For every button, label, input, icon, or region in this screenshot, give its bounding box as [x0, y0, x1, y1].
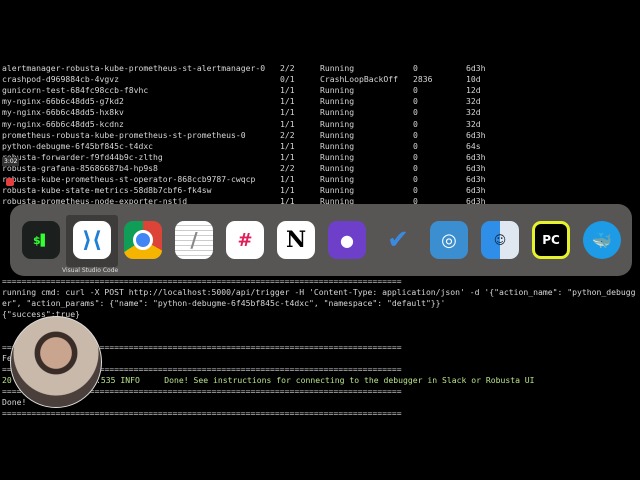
pod-name: robusta-forwarder-f9fd44b9c-zlthg [2, 151, 163, 162]
pod-age: 6d3h [466, 151, 486, 162]
pod-restarts: 0 [413, 63, 418, 73]
pod-ready: 1/1 [280, 85, 295, 96]
dock-app-google-chrome[interactable] [124, 221, 162, 259]
pod-name: python-debugme-6f45bf845c-t4dxc [2, 140, 154, 151]
log-line: .535 INFO Done! See instructions for con… [96, 375, 535, 385]
notion-icon: N [285, 227, 307, 253]
pod-age: 64s [466, 140, 481, 151]
separator: ========================================… [2, 408, 402, 418]
pod-age: 32d [466, 118, 481, 129]
dock-app-finder[interactable]: ☺ [481, 221, 519, 259]
command-line-1: running cmd: curl -X POST http://localho… [2, 287, 636, 297]
recording-timer: 3:02 [2, 157, 20, 166]
pod-status: Running [320, 129, 355, 140]
pod-age: 6d3h [466, 162, 486, 173]
pod-ready: 1/1 [280, 185, 295, 196]
pod-name: robusta-kube-prometheus-st-operator-868c… [2, 174, 256, 184]
pod-name: my-nginx-66b6c48dd5-g7kd2 [2, 96, 124, 107]
pod-status: Running [320, 151, 355, 162]
dock-app-slack[interactable]: # [226, 221, 264, 259]
pod-ready: 1/1 [280, 174, 295, 184]
pod-status: Running [320, 174, 355, 184]
stop-recording-button[interactable] [6, 178, 14, 186]
pod-ready: 2/2 [280, 63, 295, 73]
pod-name: gunicorn-test-684fc98ccb-f8vhc [2, 85, 149, 96]
pod-ready: 2/2 [280, 129, 295, 140]
webcam-overlay [10, 316, 102, 408]
pod-age: 32d [466, 96, 481, 107]
pod-age: 6d3h [466, 185, 486, 196]
dock-app-docker[interactable]: 🐳 [583, 221, 621, 259]
pycharm-icon: PC [542, 233, 560, 247]
pod-ready: 1/1 [280, 140, 295, 151]
dock-app-textedit[interactable]: / [175, 221, 213, 259]
log-prefix: 20 [2, 375, 12, 385]
pod-age: 6d3h [466, 174, 486, 184]
pod-ready: 1/1 [280, 151, 295, 162]
slack-icon: # [237, 229, 253, 251]
pod-ready: 1/1 [280, 118, 295, 129]
pod-name: my-nginx-66b6c48dd5-kcdnz [2, 118, 124, 129]
dock-app-notion[interactable]: N [277, 221, 315, 259]
todo-icon: ✔ [387, 225, 409, 255]
pod-ready: 1/1 [280, 107, 295, 118]
docker-icon: 🐳 [592, 230, 612, 250]
pod-name: my-nginx-66b6c48dd5-hx8kv [2, 107, 124, 118]
pod-status: Running [320, 118, 355, 129]
pod-status: Running [320, 162, 355, 173]
pod-status: Running [320, 185, 355, 196]
pod-name: crashpod-d969884cb-4vgvz [2, 74, 119, 85]
dock-app-screenshot-utility[interactable]: ◎ [430, 221, 468, 259]
pod-restarts: 0 [413, 129, 418, 140]
pod-age: 6d3h [466, 129, 486, 140]
pod-restarts: 0 [413, 85, 418, 96]
pod-name: robusta-grafana-85686687b4-hp9s8 [2, 162, 158, 173]
dock: Visual Studio Code $▌ ⟩⟨ / # N ● ✔ ◎ ☺ PC 🐳 [10, 204, 632, 276]
pod-restarts: 0 [413, 107, 418, 118]
pod-age: 32d [466, 107, 481, 118]
pod-status: Running [320, 107, 355, 118]
vscode-icon: ⟩⟨ [81, 227, 103, 253]
pod-ready: 2/2 [280, 162, 295, 173]
dock-app-microsoft-to-do[interactable]: ✔ [379, 221, 417, 259]
pod-status: CrashLoopBackOff [320, 74, 398, 85]
pod-restarts: 0 [413, 185, 418, 196]
pod-restarts: 0 [413, 151, 418, 162]
pod-restarts: 0 [413, 118, 418, 129]
pod-age: 6d3h [466, 63, 486, 73]
dock-app-terminal[interactable]: $▌ [22, 221, 60, 259]
dock-app-pycharm[interactable]: PC [532, 221, 570, 259]
dock-tooltip: Visual Studio Code [62, 267, 119, 274]
pod-restarts: 2836 [413, 74, 433, 85]
pod-restarts: 0 [413, 96, 418, 107]
separator: ========================================… [2, 276, 402, 286]
chrome-icon [133, 230, 153, 250]
textedit-icon: / [190, 228, 198, 252]
dock-app-visual-studio-code[interactable]: ⟩⟨ [73, 221, 111, 259]
command-line-2: er", "action_params": {"name": "python-d… [2, 298, 446, 308]
done-text: Done! [2, 397, 27, 407]
pod-name: alertmanager-robusta-kube-prometheus-st-… [2, 63, 266, 73]
pod-restarts: 0 [413, 162, 418, 173]
screenshot-icon: ◎ [441, 229, 457, 251]
finder-icon: ☺ [493, 233, 507, 247]
pod-restarts: 0 [413, 140, 418, 151]
pod-status: Running [320, 85, 355, 96]
pod-ready: 1/1 [280, 96, 295, 107]
terminal-icon: $▌ [32, 233, 50, 247]
pod-name: prometheus-robusta-kube-prometheus-st-pr… [2, 129, 246, 140]
pod-status: Running [320, 63, 355, 73]
github-icon: ● [340, 230, 354, 250]
pod-ready: 0/1 [280, 74, 295, 85]
pod-status: Running [320, 140, 355, 151]
dock-app-github-desktop[interactable]: ● [328, 221, 366, 259]
pod-age: 12d [466, 85, 481, 96]
pod-age: 10d [466, 74, 481, 85]
pod-name: robusta-kube-state-metrics-58d8b7cbf6-fk… [2, 185, 212, 196]
pod-status: Running [320, 96, 355, 107]
pod-restarts: 0 [413, 174, 418, 184]
